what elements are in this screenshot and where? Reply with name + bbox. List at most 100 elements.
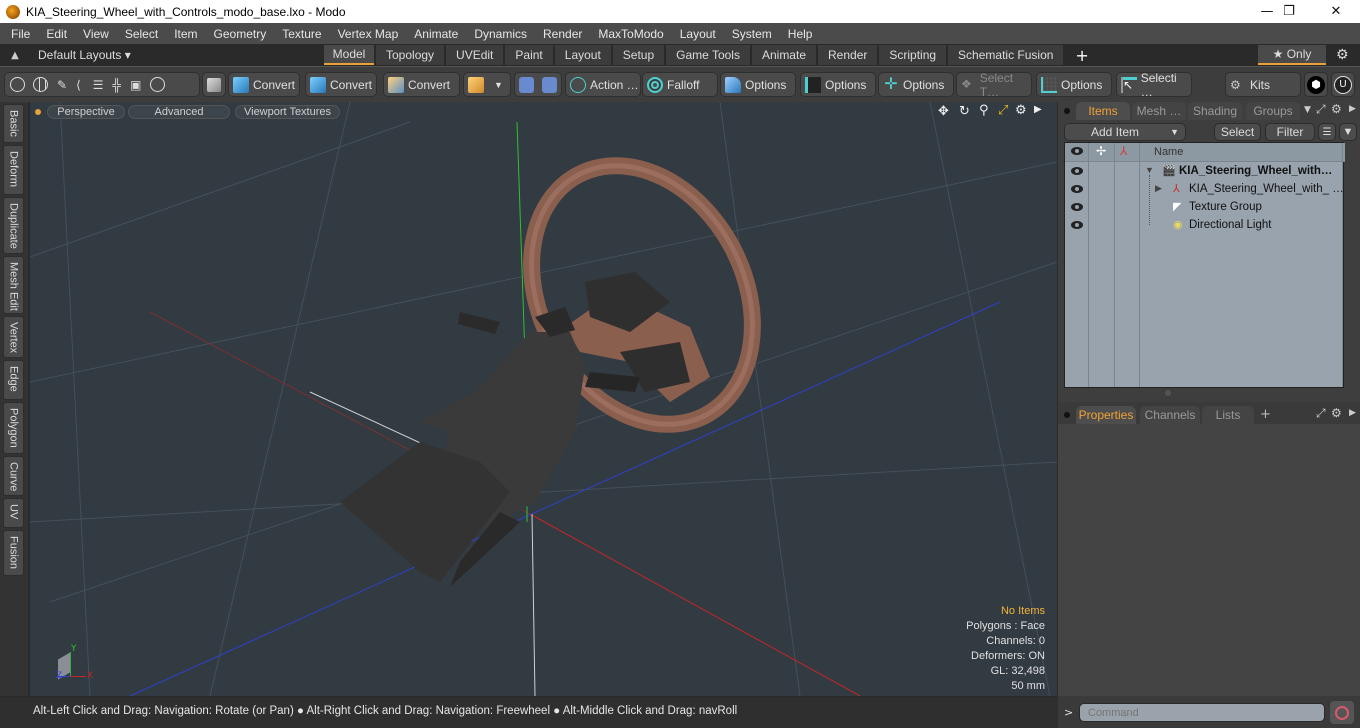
viewport-settings-gear-icon[interactable]: ⚙ [1015,103,1027,118]
menu-dynamics[interactable]: Dynamics [466,27,535,41]
tab-items[interactable]: Items [1076,102,1130,120]
tab-paint[interactable]: Paint [505,45,553,65]
tab-properties[interactable]: Properties [1076,406,1136,424]
tab-render[interactable]: Render [818,45,878,65]
falloff-button[interactable]: Falloff [642,72,718,97]
unreal-button[interactable]: U [1331,72,1355,97]
sidetab-basic[interactable]: Basic [3,104,24,143]
convert-button-1[interactable]: Convert [228,72,300,97]
tab-layout[interactable]: Layout [554,45,611,65]
item-row-mesh[interactable]: ▶ ⅄ KIA_Steering_Wheel_with_ … [1065,181,1345,199]
sidetab-curve[interactable]: Curve [3,456,24,496]
panel-gear-icon[interactable]: ⚙ [1331,102,1342,116]
tab-uvedit[interactable]: UVEdit [446,45,504,65]
viewport-textures-button[interactable]: Viewport Textures [235,105,340,119]
symmetry-icon[interactable] [519,76,534,93]
convert-button-2[interactable]: Convert [305,72,377,97]
sidetab-fusion[interactable]: Fusion [3,530,24,576]
item-row-scene[interactable]: ▼ 🎬 KIA_Steering_Wheel_with… [1065,163,1345,181]
add-item-button[interactable]: Add Item ▼ [1064,123,1186,141]
menu-vertex-map[interactable]: Vertex Map [330,27,407,41]
selection-sets-button[interactable]: ↖ Selecti … [1116,71,1192,99]
command-record-button[interactable] [1330,701,1354,724]
layout-settings-gear-icon[interactable]: ⚙ [1336,47,1349,63]
tab-channels[interactable]: Channels [1140,406,1200,424]
zoom-icon[interactable]: ⚲ [979,103,989,118]
list-options-button[interactable]: ☰ [1318,123,1336,141]
panel-arrow-icon[interactable]: ▶ [1349,408,1356,418]
workplane-icon[interactable] [542,76,557,93]
visibility-eye-icon[interactable] [1071,203,1083,211]
sidetab-edge[interactable]: Edge [3,360,24,400]
snapping-options-button[interactable]: Options [720,72,796,97]
tab-setup[interactable]: Setup [612,45,665,65]
add-layout-tab-button[interactable]: + [1065,46,1098,65]
add-item-dropdown-icon[interactable]: ▼ [1170,127,1179,137]
sidetab-vertex[interactable]: Vertex [3,316,24,358]
tab-game-tools[interactable]: Game Tools [666,45,750,65]
advanced-shading-button[interactable]: Advanced [128,105,230,119]
tab-model[interactable]: Model [324,45,374,65]
visibility-eye-icon[interactable] [1071,167,1083,175]
symmetry-options-button[interactable]: Options [800,72,876,97]
tab-schematic-fusion[interactable]: Schematic Fusion [948,45,1064,65]
name-column-header[interactable]: Name [1154,146,1183,158]
polygon-mode-icon[interactable]: ☰ [93,78,104,92]
menu-item[interactable]: Item [166,27,205,41]
panel-expand-icon[interactable]: ⤢ [1316,102,1326,117]
convert-button-3[interactable]: Convert [383,72,460,97]
tab-scripting[interactable]: Scripting [879,45,947,65]
globe-mode-icon[interactable] [33,77,48,92]
locator-column-icon[interactable]: ⅄ [1120,144,1127,158]
command-input[interactable] [1079,703,1325,722]
sidetab-polygon[interactable]: Polygon [3,402,24,454]
menu-file[interactable]: File [0,27,38,41]
select-through-button[interactable]: ❖ Select T… [956,71,1032,99]
visibility-eye-icon[interactable] [1071,221,1083,229]
menu-help[interactable]: Help [780,27,821,41]
expand-arrow-icon[interactable]: ▼ [1145,165,1154,175]
menu-render[interactable]: Render [535,27,590,41]
menu-layout[interactable]: Layout [672,27,724,41]
sidetab-uv[interactable]: UV [3,498,24,528]
menu-geometry[interactable]: Geometry [206,27,275,41]
sidetab-duplicate[interactable]: Duplicate [3,197,24,254]
action-center-button[interactable]: Action … [565,72,641,97]
rotate-icon[interactable]: ↻ [959,104,970,119]
tab-shading[interactable]: Shading [1188,102,1242,120]
pen-tool-icon[interactable]: ✎ [57,78,67,92]
items-list-scroll-handle[interactable] [1165,390,1171,396]
funnel-filter-button[interactable]: ▼ [1339,123,1357,141]
pan-icon[interactable]: ✥ [938,104,949,119]
add-panel-tab-button[interactable]: + [1260,407,1271,422]
shaded-cube-button[interactable] [202,72,226,97]
restore-button[interactable]: ❐ [1266,0,1312,23]
sidetab-mesh-edit[interactable]: Mesh Edit [3,256,24,314]
menu-edit[interactable]: Edit [38,27,75,41]
panel-expand-icon[interactable]: ⤢ [1316,406,1326,421]
item-mode-icon[interactable]: ╬ [113,78,122,92]
material-mode-icon[interactable]: ▣ [130,78,141,92]
pivot-mode-icon[interactable] [150,77,166,92]
edge-tool-icon[interactable]: ⟨ [76,78,81,92]
perspective-view-button[interactable]: Perspective [47,105,125,119]
default-layouts-dropdown[interactable]: Default Layouts ▾ [30,48,324,62]
menu-select[interactable]: Select [117,27,166,41]
menu-maxtomodo[interactable]: MaxToModo [590,27,671,41]
sidetab-deform[interactable]: Deform [3,145,24,195]
filter-button[interactable]: Filter [1265,123,1315,141]
item-row-texture-group[interactable]: ◤ Texture Group [1065,199,1345,217]
panel-arrow-icon[interactable]: ▶ [1349,104,1356,114]
panel-menu-chevron-icon[interactable]: ▼ [1304,105,1311,115]
collapse-up-icon[interactable]: ▲ [0,50,30,61]
only-filter-tab[interactable]: ★ Only [1258,45,1326,65]
item-row-directional-light[interactable]: ◉ Directional Light [1065,217,1345,235]
tab-animate[interactable]: Animate [751,45,816,65]
kits-button[interactable]: ⚙ Kits [1225,72,1301,97]
close-button[interactable]: ✕ [1313,0,1359,23]
unity-button[interactable]: ⬢ [1304,72,1328,97]
vertex-mode-icon[interactable] [10,77,25,92]
lock-column-icon[interactable]: ✢ [1096,144,1106,158]
select-button[interactable]: Select [1214,123,1261,141]
cube-dropdown-button[interactable]: ▼ [463,72,511,97]
